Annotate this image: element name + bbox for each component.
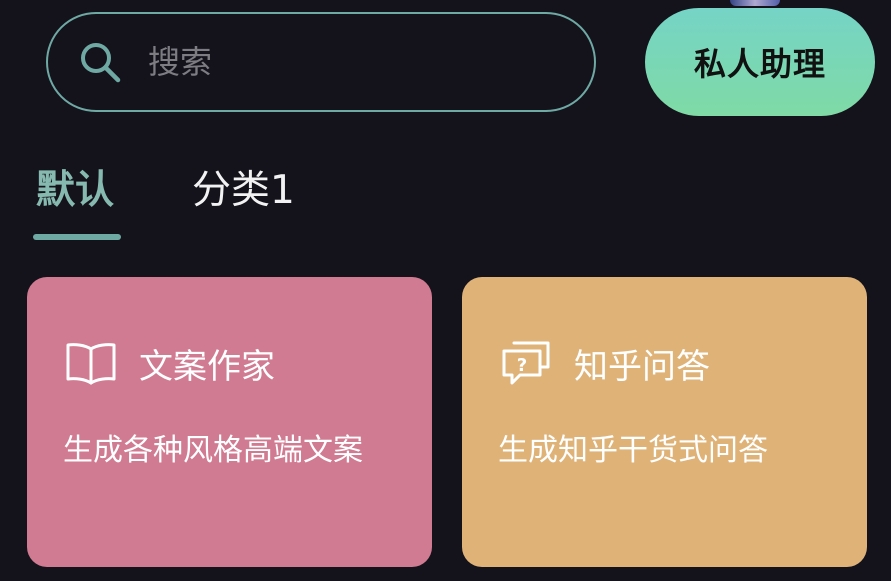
svg-text:?: ? (517, 355, 527, 376)
card-title: 文案作家 (139, 346, 275, 387)
open-book-icon (65, 339, 117, 387)
card-title: 知乎问答 (574, 346, 710, 387)
card-description: 生成各种风格高端文案 (63, 433, 363, 468)
card-header: 文案作家 (65, 339, 275, 387)
tab-category-1[interactable]: 分类1 (192, 166, 295, 216)
card-header: ? 知乎问答 (500, 339, 710, 387)
category-tabs: 默认 分类1 (0, 160, 891, 250)
card-description: 生成知乎干货式问答 (498, 433, 768, 468)
search-bar[interactable] (46, 12, 596, 112)
search-input[interactable] (148, 43, 528, 81)
card-zhihu-qa[interactable]: ? 知乎问答 生成知乎干货式问答 (462, 277, 867, 567)
chat-question-icon: ? (500, 339, 552, 387)
tab-default[interactable]: 默认 (36, 166, 114, 216)
top-edge-glow (730, 0, 780, 6)
private-assistant-button[interactable]: 私人助理 (645, 8, 875, 116)
app-screen: 私人助理 默认 分类1 文案作家 生成各种风格高端文案 ? (0, 0, 891, 581)
active-tab-indicator (33, 234, 121, 240)
search-icon (78, 40, 122, 84)
card-copywriter[interactable]: 文案作家 生成各种风格高端文案 (27, 277, 432, 567)
